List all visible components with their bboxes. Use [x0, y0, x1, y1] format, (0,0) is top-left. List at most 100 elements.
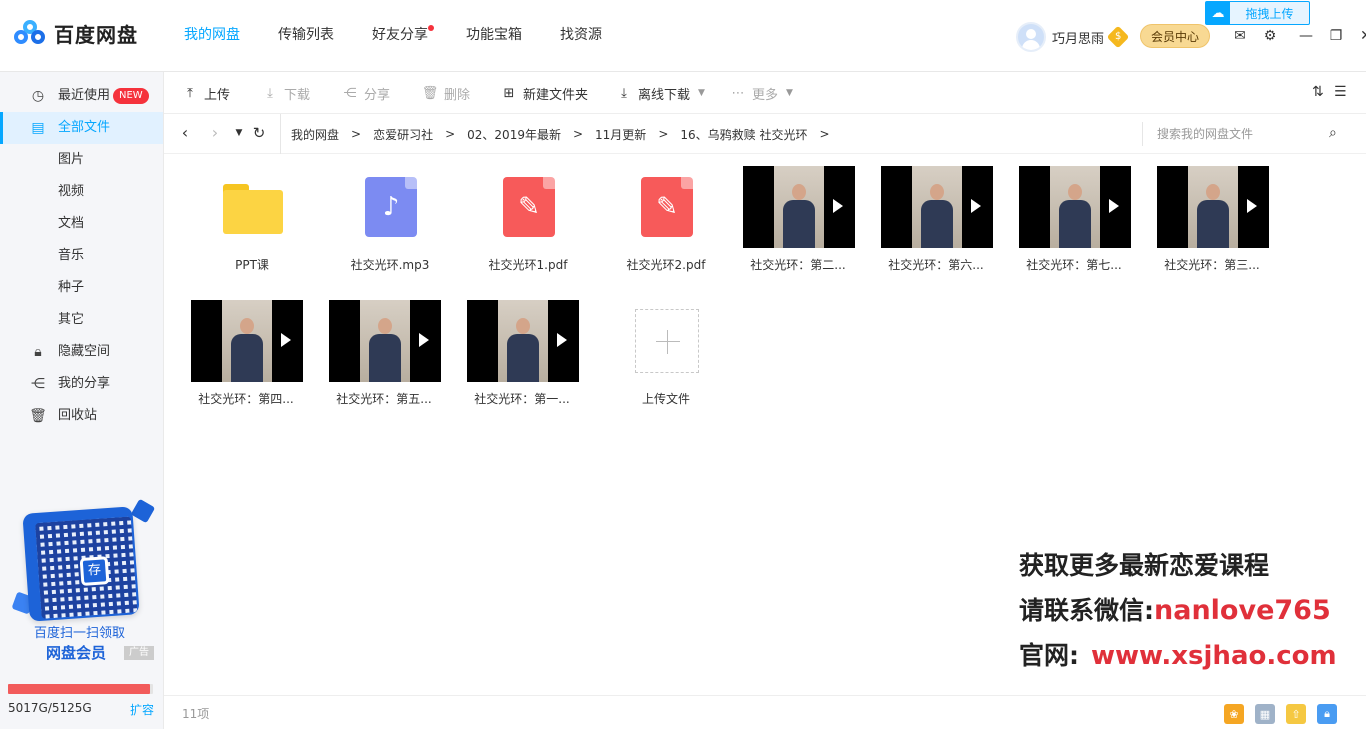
video-thumbnail — [881, 166, 993, 248]
button-label: 下载 — [284, 87, 311, 103]
file-name: 社交光环：第五... — [336, 392, 432, 406]
lock-icon[interactable]: 🔒︎ — [1317, 704, 1337, 724]
button-label: 上传 — [204, 87, 231, 103]
video-thumbnail — [1019, 166, 1131, 248]
tab-find-resources[interactable]: 找资源 — [560, 0, 602, 72]
app-title: 百度网盘 — [54, 23, 138, 47]
pdf-file-icon: ✎ — [641, 177, 693, 237]
drag-upload-button[interactable]: ☁ 拖拽上传 — [1205, 1, 1310, 25]
sidebar-item-my-shares[interactable]: ⋲ 我的分享 — [0, 368, 163, 400]
promo-line2: 网盘会员 — [46, 644, 107, 662]
refresh-icon[interactable]: ↻ — [250, 124, 268, 142]
sidebar-item-recycle-bin[interactable]: 🗑︎ 回收站 — [0, 400, 163, 432]
file-name: 社交光环：第四... — [198, 392, 294, 406]
app-logo[interactable]: 百度网盘 — [14, 19, 138, 48]
minimize-icon[interactable]: — — [1296, 26, 1316, 46]
sidebar-item-label: 其它 — [58, 312, 85, 327]
file-item-video[interactable]: 社交光环：第五... — [314, 288, 444, 414]
file-item-video[interactable]: 社交光环：第六... — [866, 154, 996, 280]
list-view-icon[interactable]: ☰ — [1334, 84, 1352, 102]
breadcrumb-item[interactable]: 我的网盘 — [291, 126, 339, 143]
file-thumbnail — [881, 166, 993, 248]
tab-my-netdisk[interactable]: 我的网盘 — [184, 0, 240, 72]
sidebar-item-label: 我的分享 — [58, 376, 111, 391]
upload-file-tile[interactable]: 上传文件 — [596, 288, 726, 414]
vip-promo-ad[interactable]: 存 百度扫一扫领取 网盘会员 广告 — [11, 498, 156, 682]
user-info[interactable]: 巧月思雨 $ — [1016, 22, 1130, 52]
upload-button[interactable]: ⤒ 上传 — [182, 84, 231, 103]
tab-friend-share[interactable]: 好友分享 — [372, 0, 434, 72]
pdf-file-icon: ✎ — [503, 177, 555, 237]
breadcrumb: 我的网盘 > 恋爱研习社 > 02、2019年最新 > 11月更新 > 16、乌… — [280, 114, 842, 154]
sidebar-item-recent[interactable]: ◷ 最近使用 NEW — [0, 80, 163, 112]
sidebar-item-hidden-space[interactable]: 🔒︎ 隐藏空间 — [0, 336, 163, 368]
file-item-folder[interactable]: PPT课 — [182, 154, 312, 280]
watermark-line3: 官网: www.xsjhao.com — [1019, 636, 1337, 672]
status-bar: 11项 ❀ ▦ ⇧ 🔒︎ — [164, 695, 1366, 729]
file-item-mp3[interactable]: ♪ 社交光环.mp3 — [320, 154, 450, 280]
breadcrumb-item[interactable]: 11月更新 — [595, 126, 646, 143]
coin-icon[interactable]: $ — [1106, 25, 1130, 49]
sidebar-item-music[interactable]: 音乐 — [0, 240, 163, 272]
file-item-video[interactable]: 社交光环：第二... — [728, 154, 858, 280]
sidebar-item-documents[interactable]: 文档 — [0, 208, 163, 240]
settings-icon[interactable]: ⚙ — [1260, 26, 1280, 46]
tab-toolbox[interactable]: 功能宝箱 — [466, 0, 522, 72]
delete-button[interactable]: 🗑︎ 删除 — [422, 84, 470, 103]
medal-icon[interactable]: ❀ — [1224, 704, 1244, 724]
mail-icon[interactable]: ✉ — [1230, 26, 1250, 46]
more-icon: ⋯ — [731, 85, 745, 101]
storage-quota-bar — [8, 684, 153, 694]
avatar[interactable] — [1016, 22, 1046, 52]
sidebar-item-torrents[interactable]: 种子 — [0, 272, 163, 304]
file-thumbnail — [611, 300, 723, 382]
breadcrumb-item[interactable]: 02、2019年最新 — [467, 126, 561, 143]
username: 巧月思雨 — [1052, 31, 1105, 47]
video-thumbnail — [1157, 166, 1269, 248]
upload-icon: ⤒ — [187, 85, 193, 101]
history-dropdown[interactable]: ▼ — [230, 124, 248, 142]
file-thumbnail — [329, 300, 441, 382]
share-icon: ⋲ — [343, 85, 357, 101]
share-button[interactable]: ⋲ 分享 — [342, 84, 391, 103]
upload-task-icon[interactable]: ⇧ — [1286, 704, 1306, 724]
file-item-video[interactable]: 社交光环：第三... — [1142, 154, 1272, 280]
forward-button[interactable]: › — [206, 124, 224, 142]
file-item-pdf[interactable]: ✎ 社交光环1.pdf — [458, 154, 588, 280]
sidebar-item-all-files[interactable]: ▤ 全部文件 — [0, 112, 163, 144]
download-button[interactable]: ⤓ 下载 — [262, 84, 311, 103]
search-input[interactable] — [1157, 124, 1327, 144]
offline-download-button[interactable]: ⤓ 离线下载 ▼ — [616, 84, 705, 103]
file-item-video[interactable]: 社交光环：第一... — [452, 288, 582, 414]
qr-center-logo: 存 — [79, 556, 110, 587]
back-button[interactable]: ‹ — [176, 124, 194, 142]
sidebar-item-images[interactable]: 图片 — [0, 144, 163, 176]
file-item-video[interactable]: 社交光环：第四... — [176, 288, 306, 414]
item-count: 11项 — [182, 707, 210, 721]
sidebar-item-other[interactable]: 其它 — [0, 304, 163, 336]
sidebar-item-label: 种子 — [58, 280, 85, 295]
sort-icon[interactable]: ⇅ — [1312, 84, 1330, 102]
expand-storage-link[interactable]: 扩容 — [130, 701, 154, 718]
more-button[interactable]: ⋯ 更多 ▼ — [730, 84, 793, 103]
new-folder-button[interactable]: ⊞ 新建文件夹 — [501, 84, 588, 103]
restore-icon[interactable]: ❐ — [1326, 26, 1346, 46]
close-icon[interactable]: ✕ — [1356, 26, 1366, 46]
apps-grid-icon[interactable]: ▦ — [1255, 704, 1275, 724]
tab-label: 传输列表 — [278, 27, 334, 43]
tab-transfer-list[interactable]: 传输列表 — [278, 0, 334, 72]
search-icon[interactable]: ⌕ — [1329, 125, 1347, 143]
watermark-label: 官网: — [1019, 641, 1079, 670]
file-item-video[interactable]: 社交光环：第七... — [1004, 154, 1134, 280]
sidebar-item-videos[interactable]: 视频 — [0, 176, 163, 208]
button-label: 离线下载 — [638, 87, 691, 103]
file-toolbar: ⤒ 上传 ⤓ 下载 ⋲ 分享 🗑︎ 删除 ⊞ 新建文件夹 ⤓ 离线下载 ▼ ⋯ 更多 ▼ ⇅ ☰ — [164, 72, 1366, 114]
breadcrumb-item[interactable]: 16、乌鸦救赎 社交光环 — [680, 126, 807, 143]
file-name: PPT课 — [235, 258, 269, 272]
file-item-pdf[interactable]: ✎ 社交光环2.pdf — [596, 154, 726, 280]
chevron-down-icon: ▼ — [786, 88, 793, 98]
breadcrumb-item[interactable]: 恋爱研习社 — [373, 126, 433, 143]
member-center-button[interactable]: 会员中心 — [1140, 24, 1210, 48]
breadcrumb-separator: > — [572, 127, 584, 141]
watermark-text: 获取更多最新恋爱课程 — [1019, 551, 1270, 580]
